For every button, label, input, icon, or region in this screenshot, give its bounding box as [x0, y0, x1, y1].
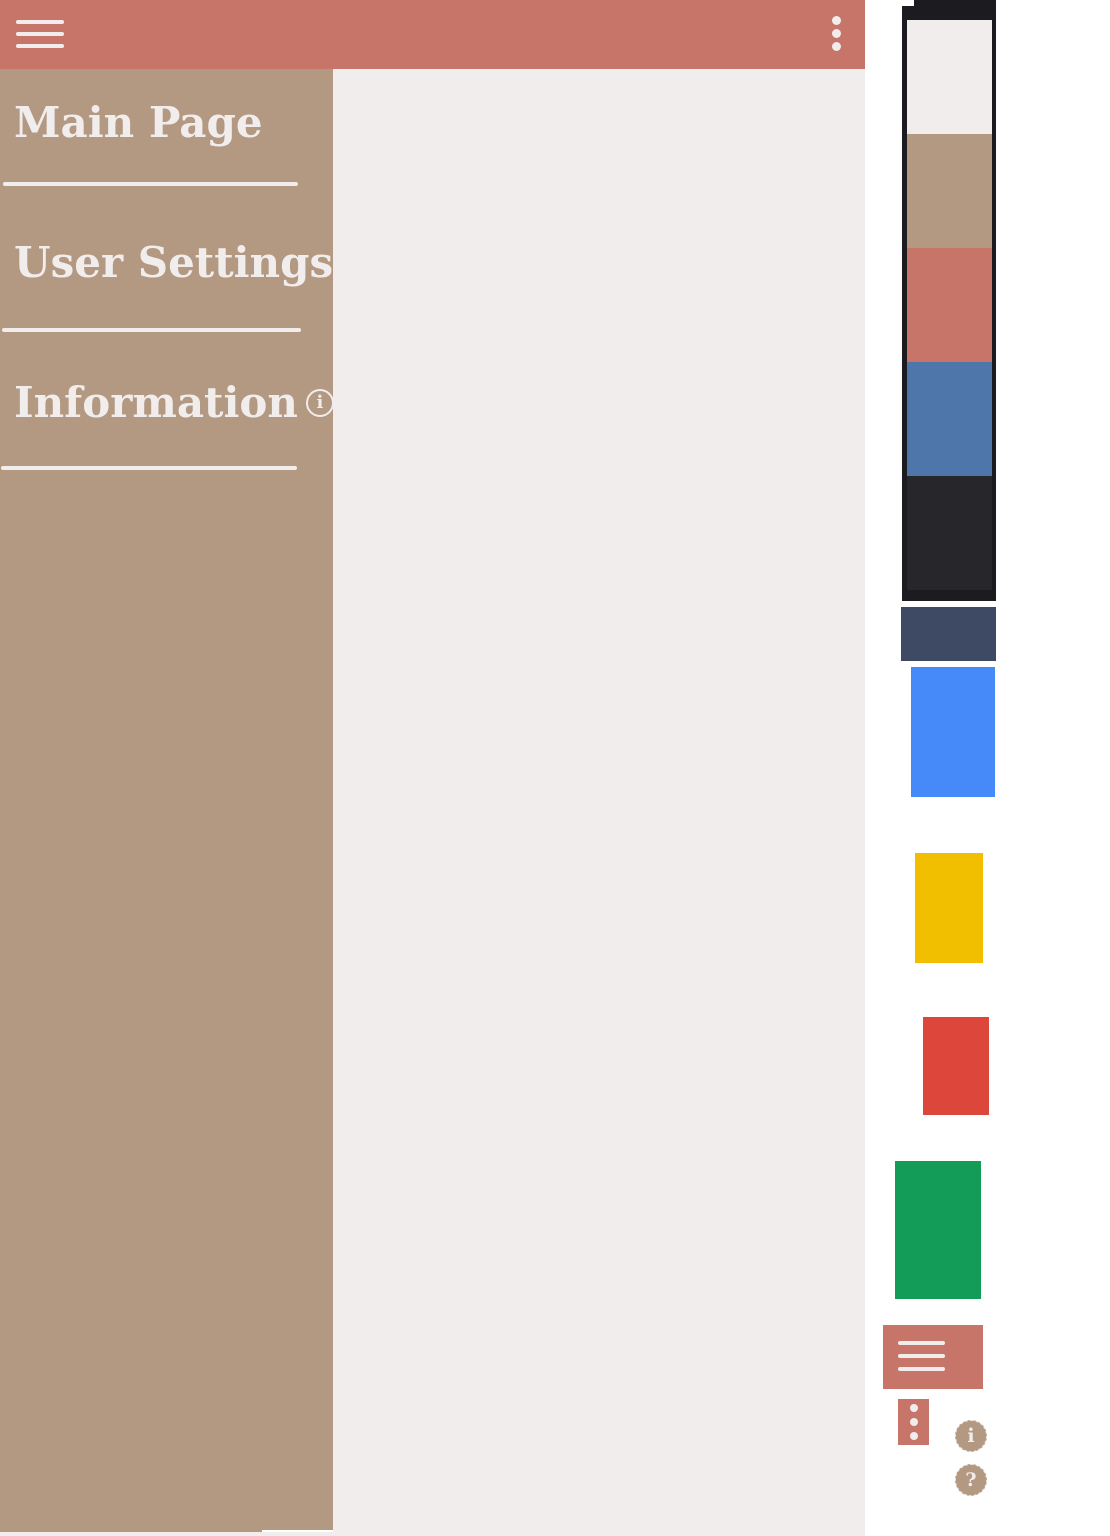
- swatch-google-green: [895, 1161, 981, 1299]
- help-icon-preview: ?: [955, 1464, 987, 1496]
- hamburger-icon[interactable]: [16, 18, 64, 50]
- swatch-blue: [907, 362, 992, 476]
- nav-divider: [3, 182, 298, 186]
- top-app-bar: [0, 0, 865, 69]
- more-vert-icon-preview: [898, 1399, 929, 1445]
- swatch-google-red: [923, 1017, 989, 1115]
- swatch-light: [907, 20, 992, 134]
- swatch-google-blue: [911, 667, 995, 797]
- nav-item-main-page[interactable]: Main Page: [14, 88, 263, 158]
- swatch-tan: [907, 134, 992, 248]
- nav-item-label: Information: [14, 378, 298, 427]
- info-icon: i: [305, 389, 334, 417]
- app-window: Main Page User Settings Information i: [0, 0, 865, 1536]
- swatch-slate: [901, 607, 996, 661]
- nav-item-label: Main Page: [14, 98, 263, 147]
- swatch-dark: [907, 476, 992, 590]
- info-icon-preview: i: [955, 1420, 987, 1452]
- nav-item-label: User Settings: [14, 238, 334, 287]
- swatch-google-yellow: [915, 853, 983, 963]
- nav-divider: [1, 466, 297, 470]
- divider: [262, 1530, 333, 1532]
- nav-divider: [2, 328, 301, 332]
- nav-item-user-settings[interactable]: User Settings: [14, 228, 333, 298]
- swatch-salmon: [907, 248, 992, 362]
- navigation-drawer: Main Page User Settings Information i: [0, 69, 334, 1532]
- palette-notch: [902, 0, 914, 6]
- menu-icon-preview: [883, 1325, 983, 1389]
- more-vert-icon[interactable]: [826, 14, 848, 54]
- nav-item-information[interactable]: Information i: [14, 368, 334, 438]
